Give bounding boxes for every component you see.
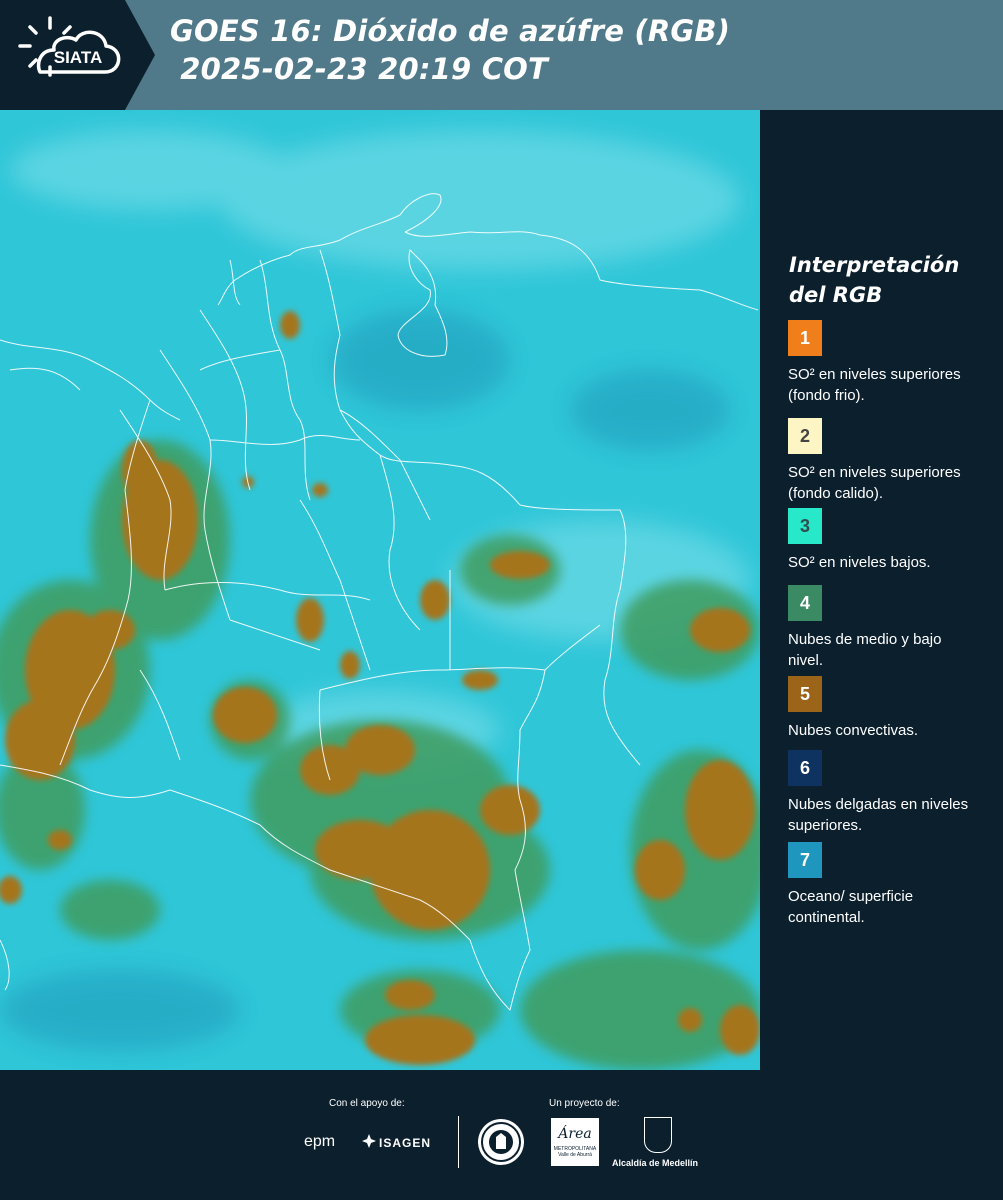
satellite-map-image [0,110,760,1070]
legend-item-5: 5 Nubes convectivas. [788,676,988,741]
legend-swatch-4: 4 [788,585,822,621]
legend-swatch-6: 6 [788,750,822,786]
support-caption: Con el apoyo de: [329,1098,405,1109]
alcaldia-logo-text[interactable]: Alcaldía de Medellín [612,1158,698,1168]
legend-swatch-7: 7 [788,842,822,878]
legend-item-3: 3 SO² en niveles bajos. [788,508,988,573]
legend-label-6: Nubes delgadas en niveles superiores. [788,796,969,834]
legend-swatch-3: 3 [788,508,822,544]
page-title: GOES 16: Dióxido de azúfre (RGB) 2025-02… [170,12,990,88]
legend-swatch-5: 5 [788,676,822,712]
legend-item-7: 7 Oceano/ superficie continental. [788,842,988,928]
legend-label-7: Oceano/ superficie continental. [788,888,914,926]
footer: Con el apoyo de: Un proyecto de: epm ISA… [0,1070,1003,1200]
legend-item-1: 1 SO² en niveles superiores (fondo frio)… [788,320,988,406]
medellin-seal-icon [481,1122,521,1162]
legend-label-5: Nubes convectivas. [788,722,919,739]
legend-panel: Interpretación del RGB 1 SO² en niveles … [760,110,1003,1070]
isagen-icon [362,1134,376,1148]
legend-label-1: SO² en niveles superiores (fondo frio). [788,366,961,404]
legend-title: Interpretación del RGB [789,253,960,307]
medellin-seal[interactable] [478,1119,524,1165]
legend-item-4: 4 Nubes de medio y bajo nivel. [788,585,988,671]
legend-swatch-1: 1 [788,320,822,356]
siata-logo-graphic: SIATA [0,0,155,110]
legend-label-3: SO² en niveles bajos. [788,554,931,571]
legend-label-4: Nubes de medio y bajo nivel. [788,631,942,669]
siata-logo[interactable]: SIATA [0,0,155,110]
satellite-map[interactable] [0,110,760,1070]
legend-item-6: 6 Nubes delgadas en niveles superiores. [788,750,988,836]
footer-divider [458,1116,459,1168]
title-line-2: 2025-02-23 20:19 COT [170,52,549,86]
siata-logo-text: SIATA [54,48,102,67]
header-bar: SIATA GOES 16: Dióxido de azúfre (RGB) 2… [0,0,1003,110]
project-caption: Un proyecto de: [549,1098,620,1109]
legend-label-2: SO² en niveles superiores (fondo calido)… [788,464,961,502]
title-line-1: GOES 16: Dióxido de azúfre (RGB) [170,14,731,48]
epm-logo[interactable]: epm [304,1133,335,1151]
legend-item-2: 2 SO² en niveles superiores (fondo calid… [788,418,988,504]
area-logo-subtext: METROPOLITANA Valle de Aburrá [553,1146,597,1158]
alcaldia-shield-icon [644,1117,672,1153]
legend-swatch-2: 2 [788,418,822,454]
area-metropolitana-logo[interactable]: Área METROPOLITANA Valle de Aburrá [551,1118,599,1166]
area-logo-text: Área [558,1126,592,1142]
isagen-logo[interactable]: ISAGEN [379,1136,431,1150]
